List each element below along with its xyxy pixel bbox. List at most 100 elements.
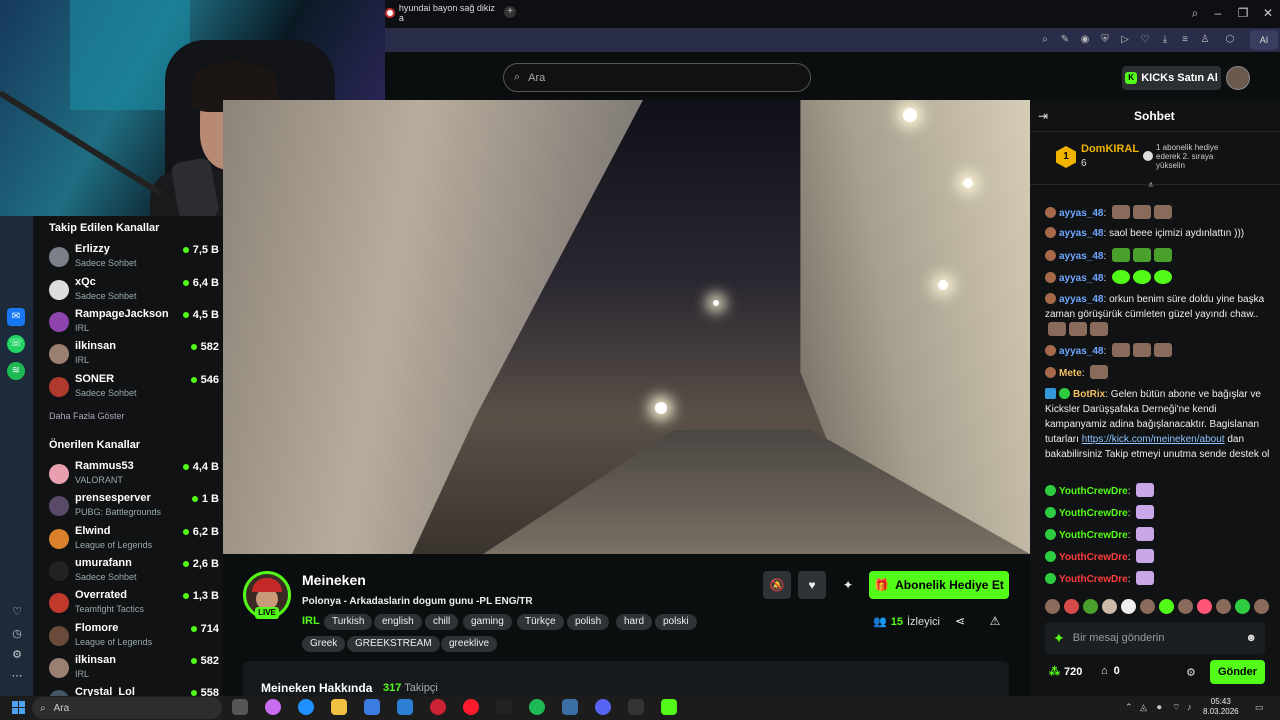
emote-button[interactable] (1178, 599, 1193, 614)
kick-app-icon[interactable] (661, 699, 677, 715)
task-view-icon[interactable] (232, 699, 248, 715)
user-avatar[interactable] (1226, 66, 1250, 90)
channel-points[interactable]: ⁂ 720 (1049, 665, 1082, 679)
mute-notifications-button[interactable]: 🔕 (763, 571, 791, 599)
emote-button[interactable] (1140, 599, 1155, 614)
tray-chevron-icon[interactable]: ⌃ (1125, 702, 1133, 713)
play-icon[interactable]: ▷ (1118, 33, 1132, 47)
stream-category[interactable]: IRL (302, 615, 320, 627)
chat-input[interactable]: ✦ Bir mesaj gönderin ☻ (1045, 622, 1265, 654)
emote-button[interactable] (1254, 599, 1269, 614)
stream-tag[interactable]: greeklive (441, 636, 498, 652)
chat-username[interactable]: YouthCrewDre (1059, 574, 1128, 585)
stream-tag[interactable]: polish (567, 614, 610, 630)
chat-expand-icon[interactable]: ⩡ (1148, 180, 1154, 191)
steam-icon[interactable] (562, 699, 578, 715)
search-tabs-icon[interactable]: ⌕ (1185, 4, 1205, 22)
recommended-channel[interactable]: Crystal_Lol 558 (49, 686, 219, 696)
recommended-channel[interactable]: umurafann Sadece Sohbet 2,6 B (49, 557, 219, 587)
store-button[interactable]: ⌂ 0 (1101, 665, 1120, 677)
mic-icon[interactable]: ⏺ (1157, 702, 1162, 713)
chat-username[interactable]: Mete (1059, 368, 1082, 379)
stream-tag[interactable]: polski (655, 614, 697, 630)
edge-icon[interactable] (298, 699, 314, 715)
opera-icon[interactable] (463, 699, 479, 715)
terminal-icon[interactable] (628, 699, 644, 715)
recommended-channel[interactable]: ilkinsan IRL 582 (49, 654, 219, 684)
share-icon[interactable]: ⋖ (946, 607, 974, 635)
emote-button[interactable] (1083, 599, 1098, 614)
chat-username[interactable]: YouthCrewDre (1059, 552, 1128, 563)
store-app-icon[interactable] (364, 699, 380, 715)
file-explorer-icon[interactable] (331, 699, 347, 715)
followed-channel[interactable]: SONER Sadece Sohbet 546 (49, 373, 219, 403)
new-tab-button[interactable]: + (504, 6, 516, 18)
followed-channel[interactable]: RampageJackson IRL 4,5 B (49, 308, 219, 338)
maximize-icon[interactable]: ❐ (1233, 4, 1253, 22)
opera-gx-icon[interactable] (430, 699, 446, 715)
send-button[interactable]: Gönder (1210, 660, 1265, 684)
recommended-channel[interactable]: Elwind League of Legends 6,2 B (49, 525, 219, 555)
chat-username[interactable]: YouthCrewDre (1059, 486, 1128, 497)
menu-icon[interactable]: ≡ (1178, 33, 1192, 47)
history-icon[interactable]: ◷ (9, 626, 25, 642)
windows-start-icon[interactable] (12, 701, 26, 715)
chat-username[interactable]: ayyas_48 (1059, 251, 1104, 262)
wifi-icon[interactable]: ⌔ (1172, 702, 1180, 713)
buy-kicks-button[interactable]: K KICKs Satın Al (1122, 66, 1221, 90)
streamer-name[interactable]: Meineken (302, 572, 366, 588)
chat-username[interactable]: ayyas_48 (1059, 346, 1104, 357)
sparkle-button[interactable]: ✦ (834, 571, 862, 599)
app-icon[interactable] (496, 699, 512, 715)
chat-settings-icon[interactable]: ⚙ (1186, 666, 1196, 679)
chat-username[interactable]: YouthCrewDre (1059, 530, 1128, 541)
notifications-icon[interactable]: ▭ (1255, 702, 1264, 713)
emote-button[interactable] (1102, 599, 1117, 614)
recommended-channel[interactable]: Flomore League of Legends 714 (49, 622, 219, 652)
emote-button[interactable] (1159, 599, 1174, 614)
whatsapp-icon[interactable]: ☏ (7, 335, 25, 353)
spotify-icon[interactable]: ≋ (7, 362, 25, 380)
messenger-icon[interactable]: ✉ (7, 308, 25, 326)
camera-icon[interactable]: ◉ (1078, 33, 1092, 47)
report-icon[interactable]: ⚠ (981, 607, 1009, 635)
edit-icon[interactable]: ✎ (1058, 33, 1072, 47)
stream-tag[interactable]: Greek (302, 636, 346, 652)
followed-channel[interactable]: ilkinsan IRL 582 (49, 340, 219, 370)
recommended-channel[interactable]: prensesperver PUBG: Battlegrounds 1 B (49, 492, 219, 522)
emote-button[interactable] (1216, 599, 1231, 614)
chat-username[interactable]: BotRix (1073, 389, 1105, 400)
recommended-channel[interactable]: Overrated Teamfight Tactics 1,3 B (49, 589, 219, 619)
video-player[interactable] (223, 100, 1030, 554)
ai-button[interactable]: AI (1250, 30, 1278, 50)
network-icon[interactable]: ◬ (1140, 702, 1147, 713)
emote-button[interactable] (1045, 599, 1060, 614)
gifter-name[interactable]: DomKIRAL (1081, 143, 1139, 155)
mail-icon[interactable] (397, 699, 413, 715)
stream-tag[interactable]: chill (425, 614, 459, 630)
discord-icon[interactable] (595, 699, 611, 715)
stream-tag[interactable]: hard (616, 614, 653, 630)
chat-username[interactable]: YouthCrewDre (1059, 508, 1128, 519)
more-icon[interactable]: ⋯ (9, 668, 25, 684)
minimize-icon[interactable]: – (1208, 4, 1228, 22)
followed-channel[interactable]: xQc Sadece Sohbet 6,4 B (49, 276, 219, 306)
stream-tag[interactable]: gaming (463, 614, 512, 630)
profile-icon[interactable]: ♙ (1198, 33, 1212, 47)
search-input[interactable]: ⌕ Ara (503, 63, 811, 92)
stream-tag[interactable]: english (374, 614, 422, 630)
stream-tag[interactable]: GREEKSTREAM (347, 636, 440, 652)
clock[interactable]: 05:43 8.03.2026 (1203, 697, 1239, 717)
spotify-icon[interactable] (529, 699, 545, 715)
zoom-icon[interactable]: ⌕ (1038, 33, 1052, 47)
copilot-icon[interactable] (265, 699, 281, 715)
taskbar-search[interactable]: ⌕ Ara (32, 697, 222, 719)
emote-button[interactable] (1235, 599, 1250, 614)
follow-heart-button[interactable]: ♥ (798, 571, 826, 599)
emote-button[interactable] (1197, 599, 1212, 614)
show-more-link[interactable]: Daha Fazla Göster (49, 411, 125, 421)
recommended-channel[interactable]: Rammus53 VALORANT 4,4 B (49, 460, 219, 490)
emoji-icon[interactable]: ☻ (1245, 632, 1257, 644)
chat-collapse-icon[interactable]: ⇥ (1038, 109, 1048, 123)
stream-tag[interactable]: Turkish (324, 614, 373, 630)
